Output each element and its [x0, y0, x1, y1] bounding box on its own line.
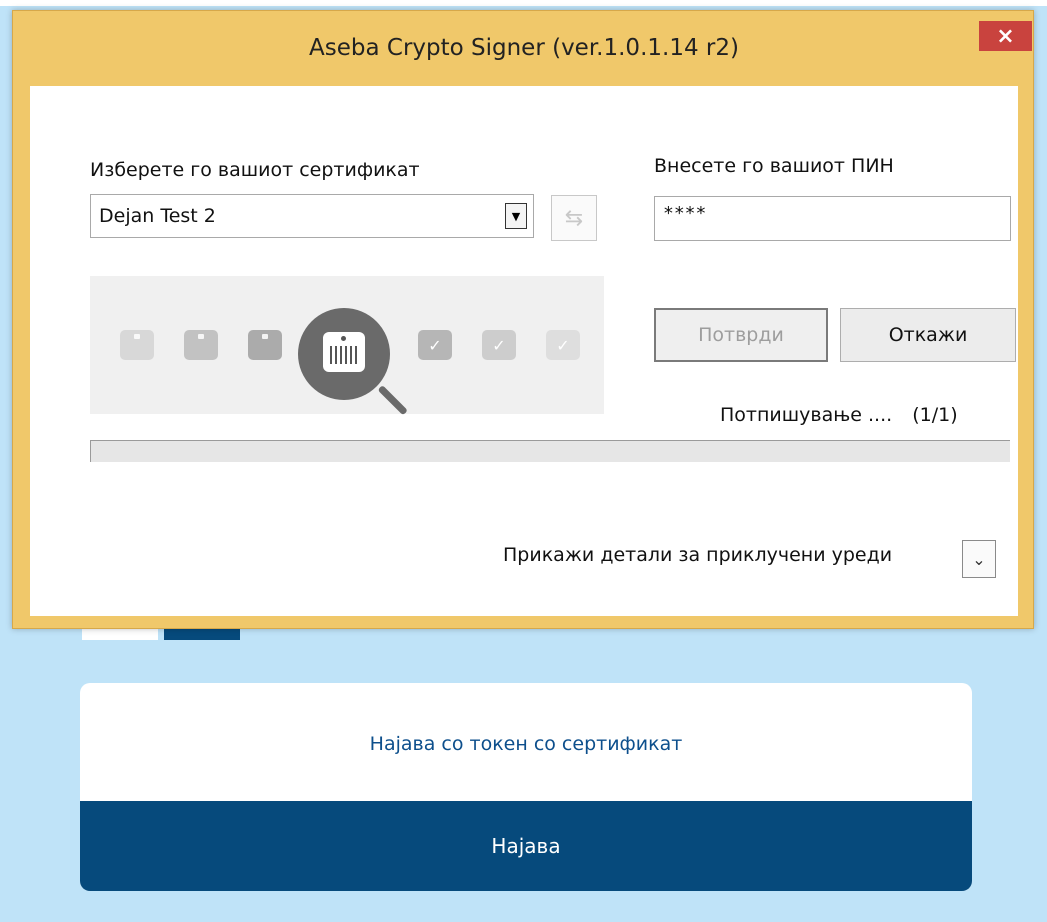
expand-details-button[interactable]: ⌄ [962, 540, 996, 578]
cancel-button[interactable]: Откажи [840, 308, 1016, 362]
token-icon [120, 330, 154, 360]
progress-status: Потпишување .... (1/1) [720, 404, 958, 426]
certificate-select[interactable]: Dejan Test 2 ▼ [90, 194, 534, 238]
token-icon [248, 330, 282, 360]
window-title: Aseba Crypto Signer (ver.1.0.1.14 r2) [309, 35, 739, 61]
dialog-client-area: Изберете го вашиот сертификат Dejan Test… [30, 86, 1018, 616]
login-button[interactable]: Најава [80, 801, 972, 891]
signer-dialog: Aseba Crypto Signer (ver.1.0.1.14 r2) × … [12, 10, 1034, 629]
magnifier-token-icon [298, 308, 390, 400]
pin-input[interactable]: **** [654, 196, 1011, 241]
progress-label: Потпишување .... [720, 404, 893, 426]
close-icon: × [996, 23, 1015, 49]
device-details-label: Прикажи детали за приклучени уреди [503, 544, 893, 566]
device-animation-panel: ✓ ✓ ✓ [90, 276, 604, 416]
close-button[interactable]: × [979, 21, 1032, 51]
progress-count: (1/1) [912, 404, 958, 426]
double-chevron-down-icon: ⌄ [972, 549, 986, 569]
token-checked-icon: ✓ [482, 330, 516, 360]
certificate-selected-value: Dejan Test 2 [99, 205, 216, 227]
magnifier-handle [377, 385, 408, 416]
login-card: Најава со токен со сертификат Најава [80, 683, 972, 891]
refresh-certificates-button[interactable]: ⇆ [551, 195, 597, 241]
token-checked-icon: ✓ [546, 330, 580, 360]
progress-bar [90, 440, 1010, 462]
refresh-icon: ⇆ [564, 205, 584, 231]
token-checked-icon: ✓ [418, 330, 452, 360]
token-login-text[interactable]: Најава со токен со сертификат [80, 683, 972, 801]
confirm-button[interactable]: Потврди [654, 308, 828, 362]
chevron-down-icon[interactable]: ▼ [505, 203, 527, 229]
certificate-label: Изберете го вашиот сертификат [90, 159, 420, 181]
page-top-strip [0, 0, 1047, 6]
pin-label: Внесете го вашиот ПИН [654, 155, 894, 177]
token-icon [184, 330, 218, 360]
